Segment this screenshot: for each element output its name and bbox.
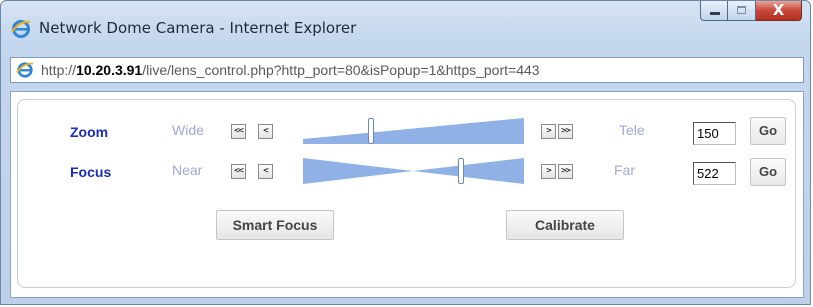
focus-label: Focus [70, 164, 112, 180]
url-prefix: http:// [41, 62, 77, 78]
url-text[interactable]: http://10.20.3.91/live/lens_control.php?… [41, 62, 540, 78]
focus-far-step-button[interactable]: > [541, 164, 556, 179]
smart-focus-button[interactable]: Smart Focus [216, 210, 334, 240]
focus-slider[interactable] [303, 158, 524, 184]
window-title: Network Dome Camera - Internet Explorer [39, 19, 357, 37]
zoom-value-input[interactable] [693, 122, 736, 145]
url-path: /live/lens_control.php?http_port=80&isPo… [142, 62, 540, 78]
zoom-go-button[interactable]: Go [750, 117, 786, 145]
zoom-wide-step-button[interactable]: < [258, 124, 273, 139]
zoom-wide-fast-button[interactable]: << [231, 124, 246, 139]
focus-near-label: Near [172, 162, 203, 178]
zoom-slider-thumb[interactable] [368, 118, 374, 144]
focus-slider-track [303, 158, 524, 184]
focus-near-wedge [303, 158, 413, 184]
maximize-button[interactable] [728, 1, 756, 21]
calibrate-button[interactable]: Calibrate [506, 210, 624, 240]
focus-near-fast-button[interactable]: << [231, 164, 246, 179]
focus-far-wedge [413, 158, 524, 184]
internet-explorer-icon [11, 20, 31, 38]
zoom-slider-track [303, 118, 524, 144]
focus-far-fast-button[interactable]: >> [558, 164, 573, 179]
minimize-button[interactable] [700, 1, 728, 21]
close-icon: X [772, 1, 785, 19]
focus-slider-thumb[interactable] [458, 158, 464, 184]
zoom-slider[interactable] [303, 118, 524, 144]
maximize-icon [737, 6, 746, 14]
close-button[interactable]: X [756, 1, 802, 21]
zoom-wide-label: Wide [172, 122, 204, 138]
focus-far-label: Far [614, 162, 635, 178]
zoom-wedge [303, 118, 524, 144]
zoom-label: Zoom [70, 124, 109, 140]
zoom-tele-label: Tele [619, 122, 645, 138]
focus-value-input[interactable] [693, 162, 736, 185]
url-host: 10.20.3.91 [76, 62, 143, 78]
internet-explorer-icon [16, 62, 34, 78]
zoom-tele-step-button[interactable]: > [541, 124, 556, 139]
focus-near-step-button[interactable]: < [258, 164, 273, 179]
minimize-icon [710, 12, 720, 15]
window-controls: X [700, 1, 802, 23]
title-bar[interactable]: Network Dome Camera - Internet Explorer … [1, 1, 810, 53]
zoom-tele-fast-button[interactable]: >> [558, 124, 573, 139]
address-bar[interactable]: http://10.20.3.91/live/lens_control.php?… [10, 57, 804, 83]
focus-go-button[interactable]: Go [750, 158, 786, 186]
